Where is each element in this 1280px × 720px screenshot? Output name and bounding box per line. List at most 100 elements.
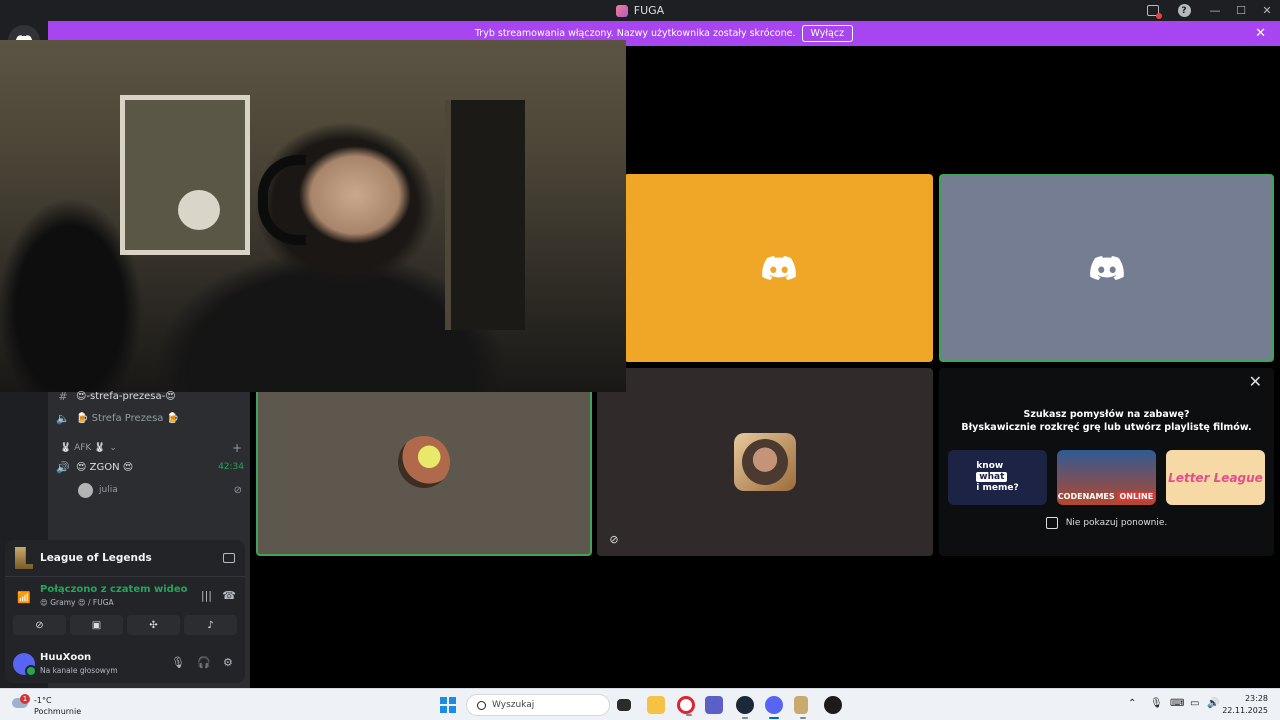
channel-timer: 42:34 xyxy=(218,462,244,472)
riot-client-icon[interactable] xyxy=(824,696,842,714)
participant-avatar xyxy=(398,436,450,488)
headset xyxy=(258,155,306,245)
user-avatar[interactable] xyxy=(13,653,37,677)
add-channel-icon[interactable]: + xyxy=(232,441,242,455)
card-line: i meme? xyxy=(976,483,1019,493)
participant-tile-speaking[interactable] xyxy=(939,174,1274,362)
disable-streamer-mode-button[interactable]: Wyłącz xyxy=(801,25,854,42)
file-explorer-icon[interactable] xyxy=(647,696,665,714)
weather-description: Pochmurnie xyxy=(34,707,82,716)
activity-row: League of Legends xyxy=(15,547,235,569)
close-suggestion-icon[interactable]: ✕ xyxy=(1249,372,1262,391)
task-view-icon[interactable] xyxy=(617,699,631,711)
inbox-icon xyxy=(1147,5,1162,19)
steam-icon[interactable] xyxy=(736,696,754,719)
user-status: Na kanale głosowym xyxy=(40,666,118,675)
server-icon xyxy=(615,4,628,17)
close-window-button[interactable]: ✕ xyxy=(1254,0,1280,21)
participant-tile[interactable]: ⊘ xyxy=(597,368,933,556)
teams-icon[interactable] xyxy=(705,696,723,714)
chevron-down-icon: ⌄ xyxy=(109,443,117,453)
speaker-icon: 🔈 xyxy=(56,411,70,425)
dont-show-again-option[interactable]: Nie pokazuj ponownie. xyxy=(1045,517,1168,529)
inbox-button[interactable] xyxy=(1140,0,1166,21)
user-area: HuuXoon Na kanale głosowym 🎙 🎧 ⚙ xyxy=(13,650,241,678)
weather-widget[interactable]: 1 -1°C Pochmurnie xyxy=(12,693,92,717)
soundboard-button[interactable]: ♪ xyxy=(184,615,237,635)
connection-status-text[interactable]: Połączono z czatem wideo xyxy=(40,584,188,595)
minimize-button[interactable]: — xyxy=(1202,0,1228,21)
date: 22.11.2025 xyxy=(1222,706,1268,715)
search-icon xyxy=(477,700,486,710)
help-button[interactable]: ? xyxy=(1166,0,1202,21)
discord-window: FUGA ? — ☐ ✕ Tryb streamowania włączony.… xyxy=(0,0,1280,720)
suggestion-title: Szukasz pomysłów na zabawę? xyxy=(1023,409,1190,420)
volume-icon[interactable]: 🔊 xyxy=(1207,698,1219,709)
member-name: julia xyxy=(99,485,118,495)
discord-taskbar-icon[interactable] xyxy=(765,696,783,719)
category-name: 🐰 AFK 🐰 xyxy=(60,443,106,453)
channel-name: 😍 ZGON 😍 xyxy=(76,461,134,473)
card-suffix: ONLINE xyxy=(1117,492,1156,501)
participant-avatar xyxy=(742,439,788,485)
keyboard-icon[interactable]: ⌨ xyxy=(1170,698,1184,709)
stream-game-icon[interactable] xyxy=(223,553,235,563)
microphone-tray-icon[interactable]: 🎙 xyxy=(1150,698,1163,709)
league-client-icon[interactable] xyxy=(794,696,808,719)
activity-card-know-what-i-meme[interactable]: know what i meme? xyxy=(948,450,1047,505)
display-icon[interactable]: ▭ xyxy=(1190,698,1199,709)
activity-card-codenames[interactable]: CODENAMES ONLINE xyxy=(1057,450,1156,505)
voice-channel-item[interactable]: 🔊 😍 ZGON 😍 42:34 xyxy=(56,457,244,477)
dont-show-checkbox[interactable] xyxy=(1045,517,1058,529)
activity-card-letter-league[interactable]: Letter League xyxy=(1166,450,1265,505)
screen-share-icon: ▣ xyxy=(91,619,102,631)
discord-avatar-icon xyxy=(761,256,796,280)
discord-avatar-icon xyxy=(1089,256,1124,280)
microphone-icon[interactable]: 🎙 xyxy=(171,656,185,669)
video-off-icon: ⊘ xyxy=(609,532,619,546)
divider xyxy=(5,576,245,577)
banner-text: Tryb streamowania włączony. Nazwy użytko… xyxy=(474,28,796,39)
time: 23:28 xyxy=(1244,694,1268,703)
clock[interactable]: 23:28 22.11.2025 xyxy=(1222,693,1268,717)
maximize-button[interactable]: ☐ xyxy=(1228,0,1254,21)
noise-suppression-icon[interactable]: ||| xyxy=(201,589,212,602)
start-button[interactable] xyxy=(440,697,456,713)
speaker-icon: 🔊 xyxy=(56,460,70,474)
member-avatar xyxy=(78,482,93,498)
category-afk[interactable]: 🐰 AFK 🐰 ⌄ + xyxy=(60,440,242,456)
webcam-popout-video[interactable] xyxy=(0,40,626,392)
game-name: League of Legends xyxy=(40,552,152,564)
dont-show-label: Nie pokazuj ponownie. xyxy=(1065,518,1168,528)
signal-icon[interactable]: 📶 xyxy=(17,591,31,604)
connected-channel-path[interactable]: 😍 Gramy 😍 / FUGA xyxy=(40,598,114,607)
hashtag-icon: # xyxy=(58,389,68,403)
temperature: -1°C xyxy=(34,696,52,705)
background-window xyxy=(120,95,250,255)
taskbar-search[interactable]: Wyszukaj xyxy=(466,694,610,716)
settings-gear-icon[interactable]: ⚙ xyxy=(223,656,233,669)
window-title: FUGA xyxy=(633,4,665,17)
background-door xyxy=(445,100,525,330)
opera-icon[interactable] xyxy=(677,696,695,716)
screen-share-button[interactable]: ▣ xyxy=(70,615,123,635)
disconnect-icon[interactable]: ☎ xyxy=(222,589,236,602)
stage-channel-item[interactable]: 🔈 🍺 Strefa Prezesa 🍺 xyxy=(56,408,244,428)
banner-close-icon[interactable]: ✕ xyxy=(1255,26,1266,41)
soundboard-icon: ♪ xyxy=(207,619,214,631)
channel-name: 🍺 Strefa Prezesa 🍺 xyxy=(76,412,180,424)
text-channel-item[interactable]: # 😍-strefa-prezesa-😍 xyxy=(56,386,244,406)
camera-button[interactable]: ⊘ xyxy=(13,615,66,635)
search-placeholder: Wyszukaj xyxy=(492,700,535,710)
participant-tile[interactable] xyxy=(624,174,933,362)
windows-taskbar: 1 -1°C Pochmurnie Wyszukaj ⌃ 🎙 ⌨ ▭ 🔊 23:… xyxy=(0,688,1280,720)
username[interactable]: HuuXoon xyxy=(40,652,91,663)
camera-off-icon: ⊘ xyxy=(35,619,44,631)
participant-tile-speaking[interactable] xyxy=(256,368,592,556)
chevron-up-icon[interactable]: ⌃ xyxy=(1128,698,1136,709)
voice-member[interactable]: julia ⊘ xyxy=(78,481,242,499)
teddy-bear xyxy=(178,190,220,230)
headphones-icon[interactable]: 🎧 xyxy=(197,656,211,669)
card-title: Letter League xyxy=(1168,470,1263,485)
activities-button[interactable]: ✣ xyxy=(127,615,180,635)
